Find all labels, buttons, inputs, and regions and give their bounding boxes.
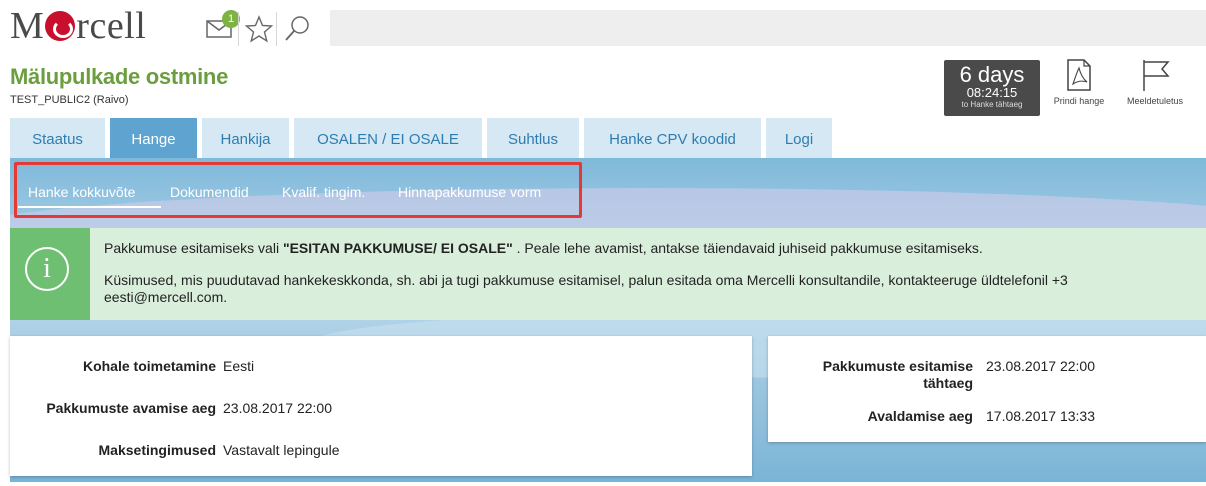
tab-suhtlus[interactable]: Suhtlus — [487, 118, 579, 158]
reminder-label: Meeldetuletus — [1126, 96, 1184, 106]
subnav-price-form[interactable]: Hinnapakkumuse vorm — [398, 184, 541, 200]
info-email[interactable]: eesti@mercell.com. — [104, 289, 227, 306]
detail-value: Eesti — [223, 358, 255, 374]
reminder-button[interactable]: Meeldetuletus — [1120, 58, 1190, 106]
detail-value: 23.08.2017 22:00 — [223, 400, 332, 416]
detail-value: 23.08.2017 22:00 — [986, 358, 1095, 374]
subnav-qualification[interactable]: Kvalif. tingim. — [282, 184, 365, 200]
detail-label: Kohale toimetamine — [82, 358, 216, 374]
favorites-button[interactable] — [238, 12, 276, 46]
details-card-left: Kohale toimetamine Eesti Pakkumuste avam… — [10, 336, 752, 476]
search-icon — [285, 16, 309, 41]
detail-value: Vastavalt lepingule — [223, 442, 340, 458]
tab-cpv-codes[interactable]: Hanke CPV koodid — [584, 118, 761, 158]
tab-hange[interactable]: Hange — [110, 118, 197, 158]
search-button[interactable] — [276, 12, 314, 46]
info-icon: i — [25, 247, 69, 291]
print-tender-button[interactable]: Prindi hange — [1044, 58, 1114, 106]
logo-o-mark — [45, 11, 76, 41]
countdown-label: to Hanke tähtaeg — [961, 100, 1023, 109]
top-bar-strip — [330, 10, 1206, 46]
detail-label: Pakkumuste esitamise tähtaeg — [823, 358, 973, 392]
tab-hankija[interactable]: Hankija — [202, 118, 289, 158]
info-icon-panel: i — [10, 228, 90, 320]
detail-label-line: Pakkumuste esitamise — [822, 358, 973, 374]
detail-label-line: tähtaeg — [923, 375, 973, 391]
info-line-2: Küsimused, mis puudutavad hankekeskkonda… — [104, 272, 1068, 288]
subnav-documents[interactable]: Dokumendid — [170, 184, 249, 200]
info-line-1: Pakkumuse esitamiseks vali "ESITAN PAKKU… — [104, 240, 983, 257]
top-bar: Mrcell 1 — [0, 0, 1206, 52]
detail-label: Pakkumuste avamise aeg — [46, 400, 216, 416]
info-line-1-emphasis: "ESITAN PAKKUMUSE/ EI OSALE" — [282, 240, 513, 256]
detail-label: Avaldamise aeg — [867, 408, 973, 424]
print-tender-label: Prindi hange — [1053, 96, 1105, 106]
flag-icon — [1143, 60, 1170, 91]
subnav-summary[interactable]: Hanke kokkuvõte — [28, 184, 135, 200]
subnav-active-underline — [18, 206, 161, 208]
details-card-right: Pakkumuste esitamise tähtaeg 23.08.2017 … — [768, 336, 1206, 442]
mercell-logo[interactable]: Mrcell — [10, 6, 146, 46]
deadline-countdown: 6 days 08:24:15 to Hanke tähtaeg — [944, 60, 1040, 116]
info-line-1-text: Pakkumuse esitamiseks vali — [104, 240, 283, 256]
countdown-days: 6 days — [959, 62, 1025, 87]
tab-logi[interactable]: Logi — [766, 118, 832, 158]
pdf-icon — [1067, 59, 1091, 91]
detail-value: 17.08.2017 13:33 — [986, 408, 1095, 424]
page-subtitle: TEST_PUBLIC2 (Raivo) — [10, 94, 129, 106]
star-icon — [244, 15, 274, 43]
countdown-time: 08:24:15 — [966, 85, 1018, 100]
page-title: Mälupulkade ostmine — [10, 64, 229, 89]
info-line-1-tail: . Peale lehe avamist, antakse täiendavai… — [512, 240, 983, 256]
tab-osalen[interactable]: OSALEN / EI OSALE — [294, 118, 482, 158]
messages-button[interactable]: 1 — [200, 10, 240, 46]
tab-staatus[interactable]: Staatus — [10, 118, 105, 158]
info-message: i Pakkumuse esitamiseks vali "ESITAN PAK… — [10, 228, 1206, 320]
detail-label: Maksetingimused — [98, 442, 216, 458]
